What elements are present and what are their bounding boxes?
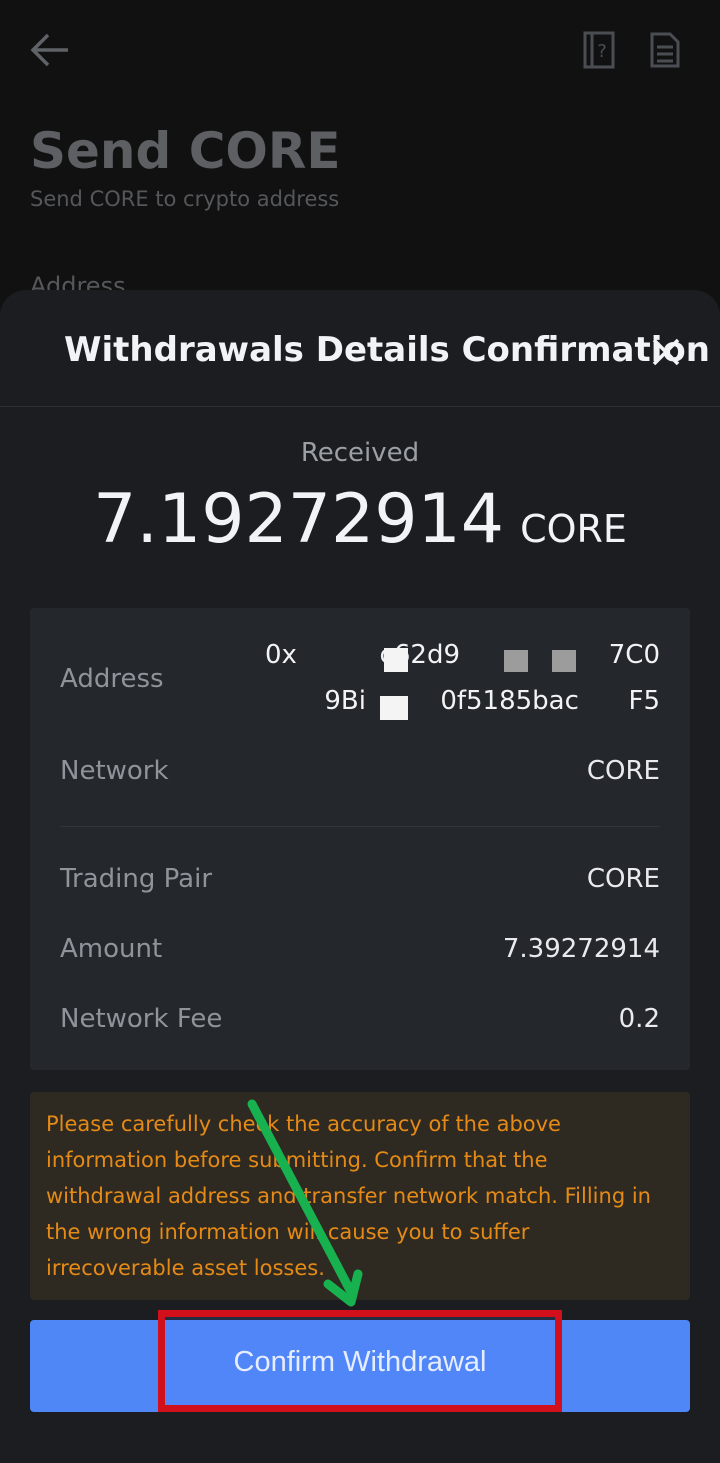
sheet-title: Withdrawals Details Confirmation bbox=[64, 330, 710, 370]
network-label: Network bbox=[60, 756, 169, 786]
help-document-icon: ? bbox=[583, 31, 615, 69]
received-label: Received bbox=[300, 438, 420, 468]
redaction-mark bbox=[504, 650, 528, 672]
address-line-2: 9Bi 0f5185bac F5 bbox=[324, 686, 660, 716]
received-amount-unit: CORE bbox=[520, 507, 627, 551]
header-divider bbox=[0, 406, 720, 407]
page-subtitle: Send CORE to crypto address bbox=[30, 187, 340, 211]
amount-label: Amount bbox=[60, 934, 163, 964]
details-card: Address 0x c62d9 7C0 9Bi 0f5185bac F5 Ne… bbox=[30, 608, 690, 1070]
close-icon bbox=[652, 338, 680, 366]
received-amount-value: 7.19272914 bbox=[93, 480, 505, 559]
network-fee-label: Network Fee bbox=[60, 1004, 223, 1034]
arrow-left-icon bbox=[30, 33, 68, 67]
highlight-annotation-box bbox=[158, 1310, 562, 1412]
records-button[interactable] bbox=[648, 30, 682, 70]
redaction-mark bbox=[552, 650, 576, 672]
withdrawal-confirmation-sheet: Withdrawals Details Confirmation Receive… bbox=[0, 290, 720, 1463]
redaction-mark bbox=[384, 648, 408, 672]
details-divider bbox=[60, 826, 660, 827]
received-amount: 7.19272914 CORE bbox=[0, 480, 720, 559]
network-value: CORE bbox=[586, 756, 660, 786]
network-fee-value: 0.2 bbox=[618, 1004, 660, 1034]
back-button[interactable] bbox=[28, 28, 72, 72]
document-list-icon bbox=[650, 32, 680, 68]
address-line-1: 0x c62d9 7C0 bbox=[264, 640, 660, 670]
address-label: Address bbox=[60, 664, 164, 694]
warning-box: Please carefully check the accuracy of t… bbox=[30, 1092, 690, 1300]
redaction-mark bbox=[380, 696, 408, 720]
svg-text:?: ? bbox=[597, 41, 607, 62]
amount-value: 7.39272914 bbox=[502, 934, 660, 964]
page-title: Send CORE bbox=[30, 122, 341, 180]
help-document-button[interactable]: ? bbox=[582, 30, 616, 70]
trading-pair-label: Trading Pair bbox=[60, 864, 213, 894]
warning-text: Please carefully check the accuracy of t… bbox=[46, 1112, 651, 1280]
trading-pair-value: CORE bbox=[586, 864, 660, 894]
close-button[interactable] bbox=[646, 332, 686, 372]
